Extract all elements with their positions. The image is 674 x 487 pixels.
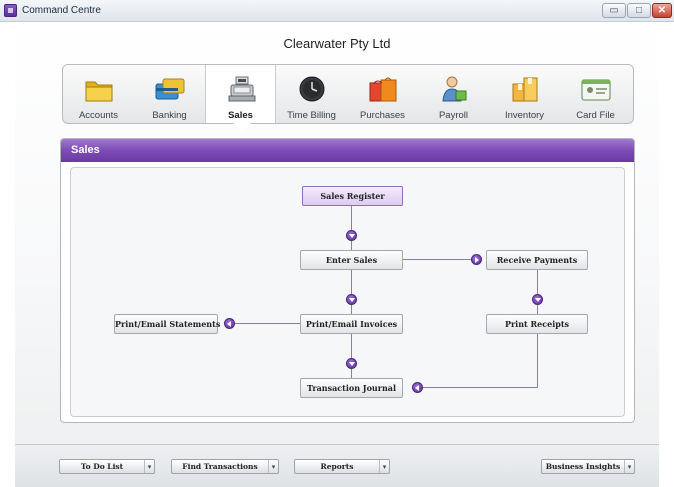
find-transactions-label: Find Transactions	[182, 462, 258, 471]
connector-enter-to-payments	[403, 259, 481, 260]
tab-banking[interactable]: Banking	[134, 65, 205, 123]
connector-receipts-to-journal	[418, 387, 538, 388]
maximize-button[interactable]: □	[627, 3, 651, 18]
command-centre-tabbar: Accounts Banking Sales Time Billing Purc…	[62, 64, 634, 132]
arrow-left-icon	[224, 318, 235, 329]
connector-payments-to-receipts	[537, 269, 538, 315]
folder-icon	[85, 81, 113, 102]
tab-sales[interactable]: Sales	[205, 65, 276, 132]
tab-payroll-label: Payroll	[438, 110, 469, 121]
arrow-down-icon	[532, 294, 543, 305]
to-do-list-label: To Do List	[80, 462, 124, 471]
minimize-button[interactable]: ▭	[602, 3, 626, 18]
command-centre-main: Clearwater Pty Ltd Accounts Banking Sale…	[15, 22, 659, 487]
connector-receipts-down	[537, 333, 538, 387]
tab-card-file[interactable]: Card File	[560, 65, 631, 123]
arrow-down-icon	[346, 230, 357, 241]
cards-icon	[155, 78, 185, 100]
tab-sales-label: Sales	[228, 110, 253, 121]
reports-label: Reports	[320, 462, 354, 471]
clock-icon	[299, 76, 325, 102]
tab-purchases-label: Purchases	[360, 110, 405, 121]
tab-accounts[interactable]: Accounts	[63, 65, 134, 123]
close-button[interactable]: ✕	[652, 3, 672, 18]
receive-payments-button[interactable]: Receive Payments	[486, 250, 588, 270]
window-title: Command Centre	[22, 5, 101, 16]
reports-button[interactable]: Reports ▾	[294, 459, 390, 474]
shopping-bags-icon	[369, 77, 397, 102]
chevron-down-icon[interactable]: ▾	[144, 460, 154, 473]
print-email-statements-button[interactable]: Print/Email Statements	[114, 314, 220, 334]
chevron-down-icon[interactable]: ▾	[624, 460, 634, 473]
business-insights-button[interactable]: Business Insights ▾	[541, 459, 635, 474]
to-do-list-button[interactable]: To Do List ▾	[59, 459, 155, 474]
sales-panel-header: Sales	[61, 139, 634, 162]
tab-banking-label: Banking	[152, 110, 187, 121]
transaction-journal-button[interactable]: Transaction Journal	[300, 378, 403, 398]
contact-card-icon	[581, 79, 611, 101]
tab-purchases[interactable]: Purchases	[347, 65, 418, 123]
person-icon	[442, 76, 467, 102]
arrow-down-icon	[346, 294, 357, 305]
print-email-invoices-button[interactable]: Print/Email Invoices	[300, 314, 403, 334]
tab-payroll[interactable]: Payroll	[418, 65, 489, 123]
sales-flowchart: Sales Register Enter Sales Receive Payme…	[70, 167, 625, 417]
sales-register-button[interactable]: Sales Register	[302, 186, 403, 206]
app-icon	[4, 4, 17, 17]
company-name: Clearwater Pty Ltd	[283, 36, 391, 51]
tab-inventory[interactable]: Inventory	[489, 65, 560, 123]
tab-time-billing-label: Time Billing	[287, 110, 336, 121]
enter-sales-button[interactable]: Enter Sales	[300, 250, 403, 270]
boxes-icon	[512, 77, 538, 102]
business-insights-label: Business Insights	[545, 462, 621, 471]
sales-panel-title: Sales	[71, 144, 100, 156]
arrow-down-icon	[346, 358, 357, 369]
sales-panel: Sales Sales Register Enter Sales Receive…	[60, 138, 635, 423]
find-transactions-button[interactable]: Find Transactions ▾	[171, 459, 279, 474]
arrow-right-icon	[471, 254, 482, 265]
tab-accounts-label: Accounts	[78, 110, 119, 121]
window-titlebar: Command Centre ▭ □ ✕	[0, 0, 674, 22]
cash-register-icon	[228, 76, 256, 102]
connector-invoices-to-statements	[234, 323, 302, 324]
chevron-down-icon[interactable]: ▾	[379, 460, 389, 473]
connector-enter-to-invoices	[351, 269, 352, 315]
chevron-down-icon[interactable]: ▾	[268, 460, 278, 473]
bottom-toolbar: To Do List ▾ Find Transactions ▾ Reports…	[15, 444, 659, 487]
arrow-left-icon	[412, 382, 423, 393]
tab-inventory-label: Inventory	[504, 110, 545, 121]
print-receipts-button[interactable]: Print Receipts	[486, 314, 588, 334]
tab-time-billing[interactable]: Time Billing	[276, 65, 347, 123]
tab-card-file-label: Card File	[576, 110, 615, 121]
connector-invoices-to-journal	[351, 333, 352, 379]
